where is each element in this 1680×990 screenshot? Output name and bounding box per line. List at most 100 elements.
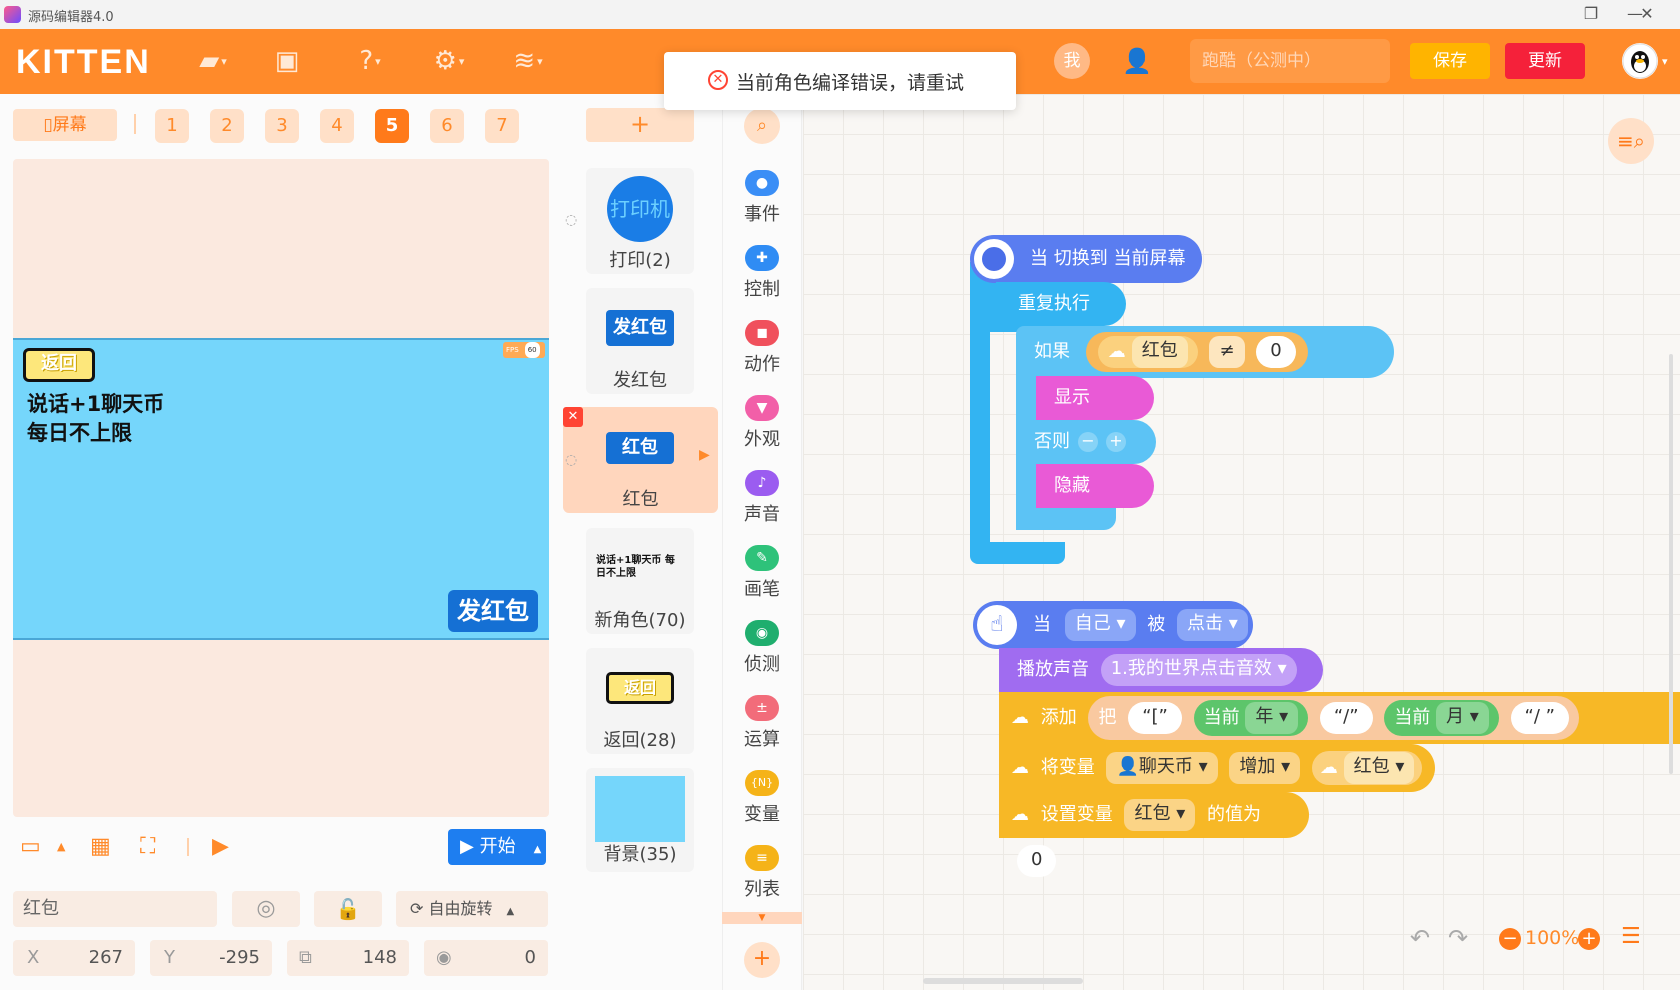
stage-size-chevron-icon[interactable]: ▲ <box>57 832 65 862</box>
file-menu-icon[interactable]: ▰ ▾ <box>188 43 238 79</box>
sprite-card-print[interactable]: 打印机 打印(2) <box>586 168 694 274</box>
user-menu-chevron-icon[interactable]: ▾ <box>1662 55 1668 68</box>
set-value-input[interactable]: 0 <box>1017 845 1057 877</box>
show-block[interactable]: 显示 <box>1036 376 1154 420</box>
code-workspace[interactable]: ≡⌕ 当 切换到 当前屏幕 重复执行 如果 ☁ 红包 ≠ 0 显示 否则 − + 隐藏… <box>803 94 1680 990</box>
size-field[interactable]: ⧉ 148 <box>287 940 409 976</box>
category-lists[interactable]: ≡ 列表 <box>722 845 802 901</box>
sprite-card-sendredbag[interactable]: 发红包 发红包 <box>586 288 694 394</box>
block-search-icon[interactable]: ⌕ <box>744 108 780 144</box>
sprite-hidden-eye-icon-2[interactable]: ◌ <box>565 452 577 468</box>
slash-string-input-2[interactable]: “/ ” <box>1510 702 1569 734</box>
forever-block[interactable]: 重复执行 <box>996 282 1126 326</box>
workspace-search-icon[interactable]: ≡⌕ <box>1608 118 1654 164</box>
category-control[interactable]: ✚ 控制 <box>722 245 802 301</box>
increase-select[interactable]: 增加 ▾ <box>1229 752 1301 784</box>
stage-send-redbag-sprite[interactable]: 发红包 <box>448 590 538 632</box>
workspace-vertical-scrollbar[interactable] <box>1669 354 1673 774</box>
category-scroll-down-icon[interactable]: ▼ <box>722 912 802 924</box>
category-operators[interactable]: ± 运算 <box>722 695 802 751</box>
align-blocks-icon[interactable]: ☰ <box>1621 924 1641 949</box>
play-sound-block[interactable]: 播放声音 1.我的世界点击音效 ▾ <box>999 648 1323 692</box>
stage-canvas[interactable]: 返回 说话+1聊天币 每日不上限 FPS 60 发红包 <box>13 338 549 640</box>
lock-icon[interactable]: 🔓 <box>314 891 382 927</box>
current-month-reporter[interactable]: 当前 月 ▾ <box>1384 700 1499 736</box>
category-sound[interactable]: ♪ 声音 <box>722 470 802 526</box>
category-variables[interactable]: {N} 变量 <box>722 770 802 826</box>
screen-tab-4[interactable]: 4 <box>320 109 354 143</box>
backpack-icon[interactable]: ▣ <box>262 43 312 79</box>
y-field[interactable]: Y -295 <box>150 940 272 976</box>
category-sensing[interactable]: ◉ 侦测 <box>722 620 802 676</box>
neq-operator-select[interactable]: ≠ <box>1209 336 1245 368</box>
rotation-mode-select[interactable]: ⟳ 自由旋转 ▲ <box>396 891 548 927</box>
sprite-card-redbag-selected[interactable]: 红包 红包 ▶ <box>563 407 718 513</box>
chat-coin-var-select[interactable]: 👤聊天币 ▾ <box>1106 752 1218 784</box>
add-sprite-button[interactable]: + <box>586 108 694 142</box>
screen-button[interactable]: ▯屏幕 <box>13 109 117 141</box>
category-pen[interactable]: ✎ 画笔 <box>722 545 802 601</box>
screen-tab-1[interactable]: 1 <box>155 109 189 143</box>
settings-gear-icon[interactable]: ⚙ ▾ <box>424 43 474 79</box>
sprite-expand-arrow-icon[interactable]: ▶ <box>699 447 710 463</box>
restore-icon[interactable]: ❐ <box>1576 3 1606 25</box>
compare-value-input[interactable]: 0 <box>1256 336 1296 368</box>
visibility-eye-icon[interactable]: ◎ <box>232 891 300 927</box>
start-button[interactable]: ▶ 开始 ▲ <box>448 829 546 865</box>
else-remove-icon[interactable]: − <box>1078 432 1098 452</box>
update-button[interactable]: 更新 <box>1505 43 1585 79</box>
screen-tab-3[interactable]: 3 <box>265 109 299 143</box>
workspace-horizontal-scrollbar[interactable] <box>923 978 1083 984</box>
set-variable-block[interactable]: ☁ 设置变量 红包 ▾ 的值为 0 <box>999 792 1309 877</box>
wifi-icon[interactable]: ≋ ▾ <box>503 43 553 79</box>
direction-field[interactable]: ◉ 0 <box>424 940 548 976</box>
current-year-reporter[interactable]: 当前 年 ▾ <box>1193 700 1309 736</box>
add-extension-button[interactable]: + <box>744 942 780 978</box>
delete-sprite-icon[interactable]: ✕ <box>563 407 583 427</box>
user-avatar[interactable] <box>1622 43 1658 79</box>
else-add-icon[interactable]: + <box>1106 432 1126 452</box>
click-select[interactable]: 点击 ▾ <box>1176 609 1248 641</box>
screen-tab-6[interactable]: 6 <box>430 109 464 143</box>
year-select[interactable]: 年 ▾ <box>1245 702 1299 734</box>
sound-select[interactable]: 1.我的世界点击音效 ▾ <box>1100 654 1297 686</box>
device-preview-icon[interactable]: ▶ <box>212 832 229 862</box>
fullscreen-icon[interactable]: ⛶ <box>140 832 155 862</box>
sprite-card-background[interactable]: 背景(35) <box>586 768 694 872</box>
redbag-var-select-2[interactable]: 红包 ▾ <box>1343 752 1415 784</box>
compare-condition[interactable]: ☁ 红包 ≠ 0 <box>1085 332 1308 372</box>
screen-tab-5[interactable]: 5 <box>375 109 409 143</box>
category-looks[interactable]: ▼ 外观 <box>722 395 802 451</box>
set-var-select[interactable]: 红包 ▾ <box>1124 799 1196 831</box>
else-block[interactable]: 否则 − + <box>1016 420 1156 464</box>
project-name-field[interactable]: 跑酷（公测中） <box>1190 39 1390 83</box>
self-select[interactable]: 自己 ▾ <box>1064 609 1136 641</box>
category-motion[interactable]: ◼ 动作 <box>722 320 802 376</box>
zoom-in-icon[interactable]: + <box>1578 928 1600 950</box>
slash-string-input-1[interactable]: “/” <box>1319 702 1373 734</box>
redbag-var-select[interactable]: 红包 <box>1131 336 1188 368</box>
redbag-variable-reporter[interactable]: ☁ 红包 <box>1097 336 1198 368</box>
stage-size-icon[interactable]: ▭ <box>20 832 41 862</box>
undo-icon[interactable]: ↶ <box>1410 924 1430 952</box>
if-block[interactable]: 如果 ☁ 红包 ≠ 0 <box>1016 326 1394 378</box>
change-variable-block[interactable]: ☁ 将变量 👤聊天币 ▾ 增加 ▾ ☁ 红包 ▾ <box>999 744 1435 792</box>
screen-tab-7[interactable]: 7 <box>485 109 519 143</box>
sprite-hidden-eye-icon[interactable]: ◌ <box>565 212 577 228</box>
stage-back-sprite[interactable]: 返回 <box>23 348 95 382</box>
add-list-block[interactable]: ☁ 添加 把 “[” 当前 年 ▾ “/” 当前 月 ▾ “/ ” <box>999 692 1680 744</box>
save-button[interactable]: 保存 <box>1410 43 1490 79</box>
month-select[interactable]: 月 ▾ <box>1436 702 1489 734</box>
sprite-card-newrole[interactable]: 说话+1聊天币 每日不上限 新角色(70) <box>586 528 694 634</box>
x-field[interactable]: X 267 <box>13 940 135 976</box>
sprite-card-back[interactable]: 返回 返回(28) <box>586 648 694 754</box>
hide-block[interactable]: 隐藏 <box>1036 464 1154 508</box>
bracket-string-input[interactable]: “[” <box>1128 702 1182 734</box>
sprite-name-field[interactable]: 红包 <box>13 891 217 927</box>
redo-icon[interactable]: ↷ <box>1448 924 1468 952</box>
close-icon[interactable]: ✕ <box>1632 3 1662 25</box>
screen-tab-2[interactable]: 2 <box>210 109 244 143</box>
category-events[interactable]: ● 事件 <box>722 170 802 226</box>
grid-icon[interactable]: ▦ <box>90 832 111 862</box>
me-avatar[interactable]: 我 <box>1054 43 1090 79</box>
